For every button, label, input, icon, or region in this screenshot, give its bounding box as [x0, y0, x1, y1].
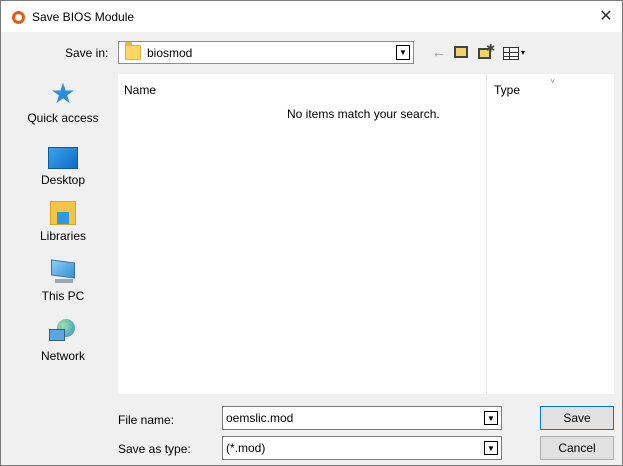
- save-in-dropdown[interactable]: biosmod ▼: [118, 41, 414, 64]
- column-divider[interactable]: [486, 74, 487, 394]
- save-as-type-label: Save as type:: [118, 442, 191, 456]
- libraries-icon: [50, 201, 76, 225]
- place-label: Libraries: [39, 229, 87, 243]
- folder-icon: [125, 42, 141, 60]
- save-in-label: Save in:: [65, 46, 109, 60]
- quick-access-star-icon: ★: [50, 78, 76, 109]
- up-folder-icon[interactable]: [451, 43, 471, 63]
- places-bar: ★ Quick access Desktop Libraries This PC…: [14, 73, 112, 393]
- view-menu-icon[interactable]: ▾: [501, 43, 529, 63]
- place-this-pc[interactable]: This PC: [14, 259, 112, 303]
- place-label: Desktop: [40, 173, 86, 187]
- save-as-type-dropdown[interactable]: (*.mod) ▼: [222, 436, 502, 460]
- place-quick-access[interactable]: ★ Quick access: [14, 78, 112, 126]
- chevron-down-icon[interactable]: ▼: [484, 411, 498, 425]
- chevron-down-icon[interactable]: ▼: [396, 45, 410, 60]
- close-button[interactable]: ✕: [590, 1, 622, 32]
- file-list[interactable]: Name Type ˅ No items match your search.: [118, 74, 614, 394]
- place-libraries[interactable]: Libraries: [14, 201, 112, 243]
- sort-chevron-icon: ˅: [550, 76, 556, 86]
- empty-message: No items match your search.: [287, 107, 440, 121]
- chevron-down-icon[interactable]: ▼: [484, 441, 498, 455]
- new-folder-icon[interactable]: ✱: [475, 43, 495, 63]
- save-as-type-value: (*.mod): [226, 441, 266, 455]
- title-bar: Save BIOS Module ✕: [1, 1, 622, 32]
- save-button[interactable]: Save: [540, 406, 614, 430]
- save-in-value: biosmod: [147, 46, 193, 60]
- app-icon: [12, 11, 25, 24]
- save-dialog: Save BIOS Module ✕ Save in: biosmod ▼ ← …: [0, 0, 623, 466]
- desktop-icon: [48, 147, 78, 169]
- place-label: Quick access: [27, 111, 99, 125]
- place-label: This PC: [41, 289, 85, 303]
- place-network[interactable]: Network: [14, 319, 112, 363]
- column-header-type[interactable]: Type: [494, 83, 520, 97]
- cancel-button[interactable]: Cancel: [540, 436, 614, 460]
- back-arrow-icon[interactable]: ←: [429, 43, 449, 63]
- network-icon: [49, 319, 77, 345]
- window-title: Save BIOS Module: [32, 10, 135, 24]
- file-name-combo[interactable]: ▼: [222, 406, 502, 430]
- place-label: Network: [40, 349, 85, 363]
- this-pc-icon: [49, 259, 77, 285]
- place-desktop[interactable]: Desktop: [14, 143, 112, 187]
- file-name-input[interactable]: [226, 410, 476, 426]
- column-header-name[interactable]: Name: [124, 83, 156, 97]
- file-name-label: File name:: [118, 413, 175, 427]
